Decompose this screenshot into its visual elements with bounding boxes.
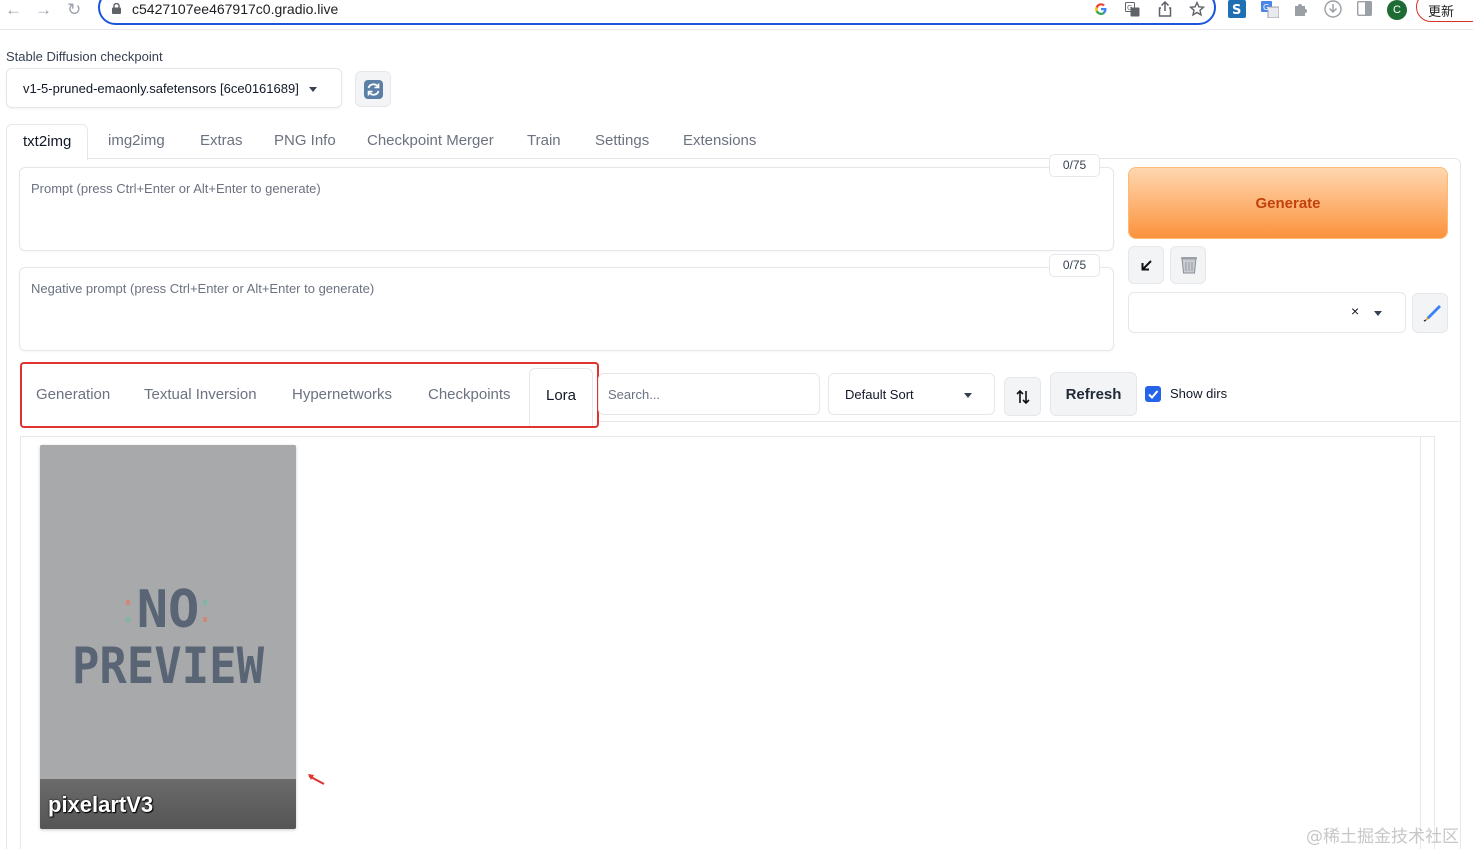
- extra-networks-tabs: Generation Textual Inversion Hypernetwor…: [20, 362, 599, 428]
- update-button[interactable]: 更新: [1416, 0, 1473, 22]
- card-name: pixelartV3: [48, 792, 154, 817]
- extension-s-icon[interactable]: S: [1228, 0, 1246, 18]
- preview-text-line1: NO: [137, 580, 200, 640]
- lock-icon: [112, 3, 121, 14]
- styles-dropdown[interactable]: ×: [1128, 292, 1406, 333]
- pencil-icon: [1423, 305, 1441, 322]
- prompt-token-count: 0/75: [1049, 154, 1100, 177]
- card-preview-image: NO PREVIEW: [40, 445, 296, 779]
- prompt-placeholder: Prompt (press Ctrl+Enter or Alt+Enter to…: [31, 181, 321, 196]
- divider: [599, 421, 1460, 422]
- trash-icon: [1181, 257, 1197, 274]
- chevron-down-icon: [309, 87, 317, 92]
- preview-text-line2: PREVIEW: [72, 637, 265, 695]
- check-icon: [1148, 390, 1159, 399]
- forward-icon[interactable]: →: [35, 0, 52, 20]
- negative-prompt-input[interactable]: Negative prompt (press Ctrl+Enter or Alt…: [19, 267, 1114, 351]
- generate-button[interactable]: Generate: [1128, 167, 1448, 239]
- chevron-down-icon: [964, 393, 972, 398]
- extra-tab-checkpoints[interactable]: Checkpoints: [428, 386, 511, 403]
- extra-tab-generation[interactable]: Generation: [36, 386, 110, 403]
- card-title-bar: pixelartV3: [40, 779, 296, 829]
- reload-icon[interactable]: ↻: [67, 0, 81, 20]
- tab-extras[interactable]: Extras: [200, 124, 243, 158]
- clear-icon[interactable]: ×: [1351, 303, 1359, 319]
- checkpoint-label: Stable Diffusion checkpoint: [6, 49, 163, 64]
- tab-img2img[interactable]: img2img: [108, 124, 165, 158]
- bookmark-star-icon[interactable]: [1189, 1, 1205, 17]
- search-input[interactable]: [598, 373, 820, 415]
- chevron-down-icon: [1374, 311, 1382, 316]
- tab-checkpoint-merger[interactable]: Checkpoint Merger: [367, 124, 494, 158]
- refresh-button[interactable]: Refresh: [1050, 372, 1137, 416]
- arrow-down-left-icon: [1141, 260, 1152, 271]
- tab-train[interactable]: Train: [527, 124, 561, 158]
- translate-icon[interactable]: G: [1125, 2, 1140, 17]
- prompt-input[interactable]: Prompt (press Ctrl+Enter or Alt+Enter to…: [19, 167, 1114, 251]
- negative-prompt-placeholder: Negative prompt (press Ctrl+Enter or Alt…: [31, 281, 375, 296]
- sort-direction-button[interactable]: [1004, 377, 1041, 416]
- edit-styles-button[interactable]: [1412, 293, 1448, 333]
- checkpoint-dropdown[interactable]: v1-5-pruned-emaonly.safetensors [6ce0161…: [6, 68, 342, 108]
- tab-png-info[interactable]: PNG Info: [274, 124, 336, 158]
- refresh-checkpoint-button[interactable]: [355, 71, 391, 107]
- show-dirs-checkbox[interactable]: [1145, 386, 1161, 402]
- sort-value: Default Sort: [845, 387, 914, 402]
- extra-tab-lora[interactable]: Lora: [529, 368, 594, 426]
- side-panel-icon[interactable]: [1357, 1, 1372, 16]
- lora-card[interactable]: NO PREVIEW pixelartV3: [40, 445, 296, 829]
- show-dirs-label[interactable]: Show dirs: [1170, 386, 1227, 401]
- svg-text:G: G: [1263, 3, 1269, 12]
- url-text: c5427107ee467917c0.gradio.live: [132, 1, 339, 17]
- extra-tab-textual-inversion[interactable]: Textual Inversion: [144, 386, 257, 403]
- browser-toolbar: ← → ↻ c5427107ee467917c0.gradio.live G S…: [0, 0, 1473, 30]
- sort-arrows-icon: [1016, 389, 1030, 405]
- watermark: @稀土掘金技术社区: [1306, 827, 1459, 847]
- scrollbar[interactable]: [1420, 436, 1435, 849]
- checkpoint-value: v1-5-pruned-emaonly.safetensors [6ce0161…: [23, 81, 299, 96]
- clear-prompt-button[interactable]: [1170, 246, 1206, 284]
- tab-txt2img[interactable]: txt2img: [6, 124, 89, 160]
- puzzle-icon[interactable]: [1293, 1, 1309, 17]
- back-icon[interactable]: ←: [5, 0, 22, 20]
- profile-avatar[interactable]: C: [1387, 0, 1407, 20]
- extension-translate-icon[interactable]: G: [1261, 1, 1279, 18]
- tab-settings[interactable]: Settings: [595, 124, 649, 158]
- share-icon[interactable]: [1158, 1, 1172, 17]
- svg-text:G: G: [1127, 4, 1132, 12]
- google-icon[interactable]: [1094, 2, 1108, 16]
- download-icon[interactable]: [1324, 0, 1342, 18]
- refresh-icon: [364, 80, 383, 99]
- negative-prompt-token-count: 0/75: [1049, 254, 1100, 277]
- sort-dropdown[interactable]: Default Sort: [828, 373, 995, 415]
- annotation-arrow-icon: [308, 774, 325, 785]
- extra-tab-hypernetworks[interactable]: Hypernetworks: [292, 386, 392, 403]
- svg-text:S: S: [1232, 3, 1241, 18]
- tab-extensions[interactable]: Extensions: [683, 124, 756, 158]
- read-params-button[interactable]: [1128, 246, 1164, 284]
